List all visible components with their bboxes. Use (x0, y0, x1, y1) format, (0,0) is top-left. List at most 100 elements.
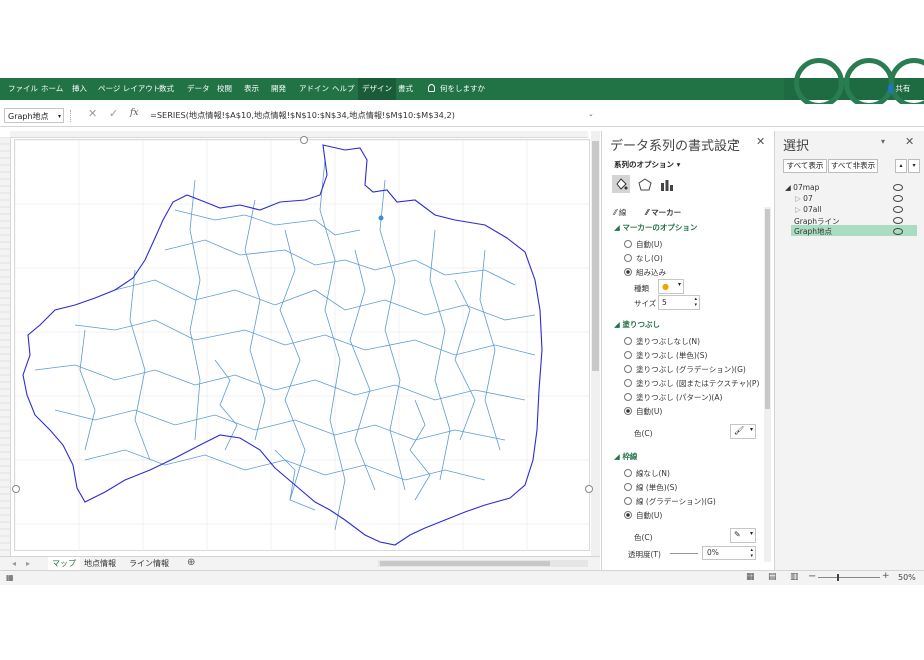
tab-developer[interactable]: 開発 (267, 78, 290, 100)
radio-button[interactable] (624, 240, 632, 248)
tab-scroll-left-icon[interactable]: ◂ (8, 557, 20, 570)
enter-icon[interactable]: ✓ (109, 107, 118, 120)
cancel-icon[interactable]: ✕ (88, 107, 97, 120)
normal-view-icon[interactable]: ▦ (746, 572, 755, 582)
marker-radio-builtin[interactable]: 組み込み (624, 267, 666, 278)
radio-button[interactable] (624, 379, 632, 387)
pane-scrollbar-thumb[interactable] (765, 209, 770, 409)
marker-type-dropdown[interactable]: ● ▾ (658, 279, 684, 294)
border-radio-gradient[interactable]: 線 (グラデーション)(G) (624, 496, 716, 507)
border-radio-auto[interactable]: 自動(U) (624, 510, 662, 521)
sheet-tab-line-info[interactable]: ライン情報 (125, 557, 173, 570)
vertical-scrollbar[interactable] (591, 131, 600, 556)
share-button[interactable]: 👤共有 (882, 78, 914, 100)
close-icon[interactable]: ✕ (905, 135, 914, 148)
tab-data[interactable]: データ (183, 78, 214, 100)
expand-formula-bar-icon[interactable]: ⌄ (588, 110, 594, 118)
border-section[interactable]: ◢ 枠線 (614, 451, 637, 462)
fill-line-tab[interactable] (612, 175, 630, 193)
fill-radio-auto[interactable]: 自動(U) (624, 406, 662, 417)
tab-scroll-right-icon[interactable]: ▸ (22, 557, 34, 570)
series-options-tab[interactable] (660, 178, 674, 194)
zoom-slider-thumb[interactable] (837, 574, 839, 581)
tab-page-layout[interactable]: ページ レイアウト (94, 78, 164, 100)
selection-item-group[interactable]: ◢ 07map (785, 183, 819, 192)
radio-button[interactable] (624, 337, 632, 345)
marker-subtab[interactable]: ⁄⁄ マーカー (646, 207, 681, 218)
pane-scrollbar[interactable] (764, 207, 771, 562)
radio-button[interactable] (624, 497, 632, 505)
zoom-slider[interactable] (818, 574, 880, 581)
insert-function-icon[interactable]: fx (130, 108, 138, 118)
radio-button[interactable] (624, 351, 632, 359)
move-down-button[interactable]: ▾ (908, 159, 920, 173)
series-options-dropdown[interactable]: 系列のオプション ▾ (614, 159, 680, 170)
tab-design[interactable]: デザイン (358, 78, 396, 100)
zoom-out-icon[interactable]: − (808, 571, 816, 582)
row-headers[interactable] (0, 136, 11, 556)
graph-point-marker[interactable] (378, 215, 384, 221)
radio-button[interactable] (624, 365, 632, 373)
line-subtab[interactable]: ⁄⁄ 線 (614, 207, 626, 218)
tab-review[interactable]: 校閲 (213, 78, 236, 100)
tab-view[interactable]: 表示 (240, 78, 263, 100)
tab-format[interactable]: 書式 (394, 78, 417, 100)
name-box[interactable]: Graph地点 ▾ (4, 108, 64, 123)
border-color-picker[interactable]: ✎ ▾ (730, 528, 756, 543)
chevron-down-icon[interactable]: ▾ (58, 109, 61, 124)
stepper-arrows-icon[interactable]: ▴ ▾ (750, 547, 753, 559)
chart-resize-handle[interactable] (300, 136, 308, 144)
fill-radio-solid[interactable]: 塗りつぶし (単色)(S) (624, 350, 707, 361)
zoom-in-icon[interactable]: + (882, 571, 890, 581)
radio-button[interactable] (624, 483, 632, 491)
zoom-level[interactable]: 50% (898, 573, 916, 582)
move-up-button[interactable]: ▴ (895, 159, 907, 173)
horizontal-scrollbar[interactable] (378, 560, 588, 567)
tell-me-search[interactable]: 何をしますか (424, 78, 489, 100)
map-chart[interactable] (12, 136, 593, 551)
marker-size-stepper[interactable]: 5 ▴ ▾ (658, 295, 700, 310)
marker-options-section[interactable]: ◢ マーカーのオプション (614, 222, 697, 233)
eye-icon[interactable] (893, 206, 903, 213)
radio-button[interactable] (624, 393, 632, 401)
transparency-slider[interactable] (670, 553, 698, 554)
add-sheet-icon[interactable]: ⊕ (183, 557, 199, 570)
eye-icon[interactable] (893, 228, 903, 235)
tab-home[interactable]: ホーム (37, 78, 67, 100)
horizontal-scrollbar-thumb[interactable] (380, 561, 550, 566)
selection-item[interactable]: ▷ 07 (795, 194, 813, 203)
eye-icon[interactable] (893, 217, 903, 224)
fill-radio-picture[interactable]: 塗りつぶし (図またはテクスチャ)(P) (624, 378, 759, 389)
hide-all-button[interactable]: すべて非表示 (828, 159, 878, 173)
fill-radio-pattern[interactable]: 塗りつぶし (パターン)(A) (624, 392, 722, 403)
radio-button[interactable] (624, 254, 632, 262)
eye-icon[interactable] (893, 195, 903, 202)
fill-radio-none[interactable]: 塗りつぶしなし(N) (624, 336, 700, 347)
effects-tab[interactable] (638, 178, 652, 194)
scrollbar-thumb[interactable] (592, 141, 599, 371)
tab-help[interactable]: ヘルプ (328, 78, 359, 100)
pane-menu-icon[interactable]: ▾ (734, 137, 738, 146)
chart-resize-handle[interactable] (12, 485, 20, 493)
border-radio-solid[interactable]: 線 (単色)(S) (624, 482, 677, 493)
tab-formulas[interactable]: 数式 (155, 78, 178, 100)
chart-resize-handle[interactable] (585, 485, 593, 493)
page-break-view-icon[interactable]: ▥ (790, 572, 799, 582)
selection-item[interactable]: ▷ 07all (795, 205, 821, 214)
stepper-arrows-icon[interactable]: ▴ ▾ (694, 296, 697, 308)
formula-bar-grip[interactable] (70, 110, 73, 122)
formula-input[interactable]: =SERIES(地点情報!$A$10,地点情報!$N$10:$N$34,地点情報… (150, 108, 590, 123)
fill-color-picker[interactable]: 🖌 ▾ (730, 424, 756, 439)
marker-radio-auto[interactable]: 自動(U) (624, 239, 662, 250)
radio-button-selected[interactable] (624, 511, 632, 519)
border-radio-none[interactable]: 線なし(N) (624, 468, 670, 479)
close-icon[interactable]: ✕ (756, 135, 765, 148)
marker-radio-none[interactable]: なし(O) (624, 253, 663, 264)
pane-menu-icon[interactable]: ▾ (881, 137, 885, 146)
page-layout-view-icon[interactable]: ▤ (768, 572, 777, 582)
column-headers[interactable] (10, 131, 588, 138)
fill-radio-gradient[interactable]: 塗りつぶし (グラデーション)(G) (624, 364, 746, 375)
eye-icon[interactable] (893, 184, 903, 191)
radio-button[interactable] (624, 469, 632, 477)
show-all-button[interactable]: すべて表示 (783, 159, 827, 173)
